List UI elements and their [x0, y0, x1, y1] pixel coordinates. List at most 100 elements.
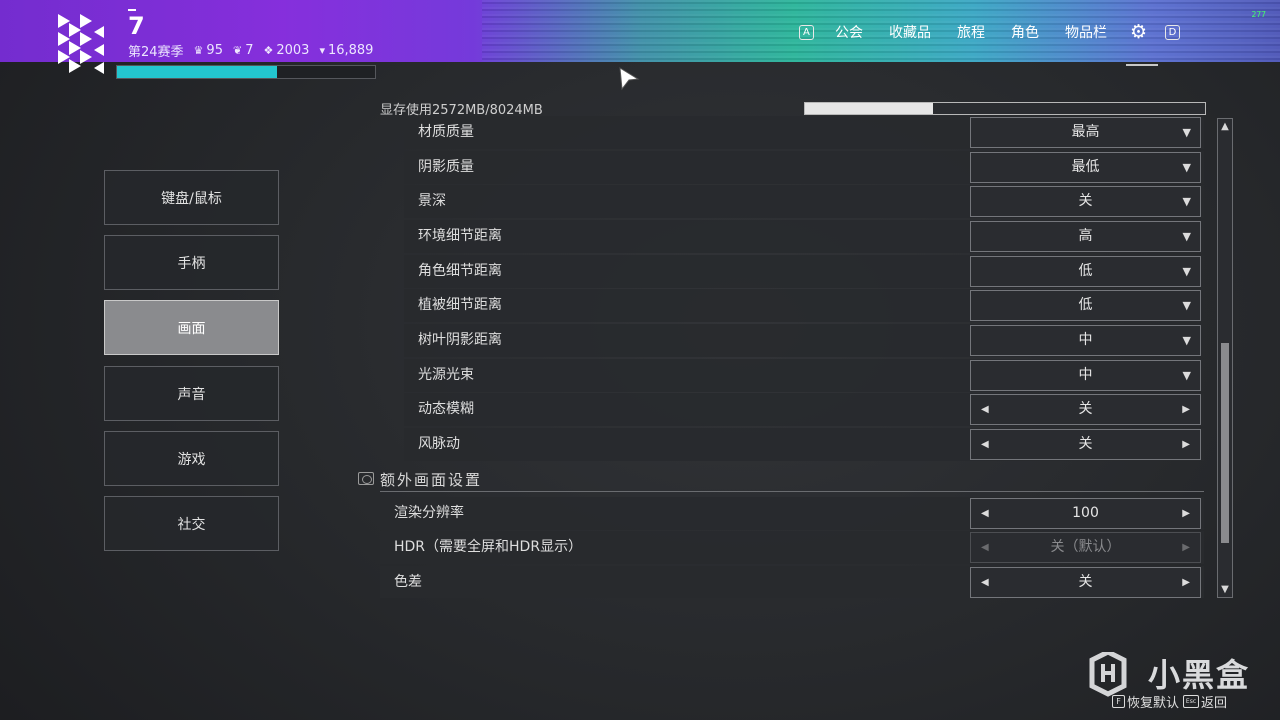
setting-label: 材质质量	[418, 124, 474, 140]
season-xp-fill	[117, 66, 277, 78]
nav-key-right[interactable]: D	[1165, 24, 1180, 40]
stepper-value: 100	[1072, 505, 1099, 521]
season-label: 第24赛季	[128, 45, 184, 60]
setting-label: 角色细节距离	[418, 263, 502, 279]
dropdown-value: 中	[1078, 332, 1093, 348]
setting-row-texture-quality: 材质质量 最高 ▼	[404, 116, 1204, 149]
stepper-value: 关	[1078, 436, 1093, 452]
menu-gameplay[interactable]: 游戏	[104, 431, 279, 486]
nav-tab-clan[interactable]: 公会	[835, 22, 863, 42]
watermark-text: 小黑盒	[1148, 656, 1251, 694]
setting-row-foliage-detail: 植被细节距离 低 ▼	[404, 289, 1204, 322]
chevron-right-icon[interactable]: ▶	[1182, 430, 1190, 459]
setting-label: 阴影质量	[418, 159, 474, 175]
stepper-value: 关	[1078, 401, 1093, 417]
render-resolution-stepper[interactable]: ◀ 100 ▶	[970, 498, 1201, 529]
chevron-down-icon: ▼	[1182, 126, 1191, 139]
setting-row-character-detail: 角色细节距离 低 ▼	[404, 255, 1204, 288]
stepper-value: 关	[1078, 574, 1093, 590]
chevron-right-icon[interactable]: ▶	[1182, 395, 1190, 424]
settings-scrollbar[interactable]: ▲ ▼	[1217, 118, 1233, 598]
gear-icon[interactable]: ⚙	[1130, 22, 1147, 42]
section-divider	[380, 491, 1204, 492]
chevron-right-icon[interactable]: ▶	[1182, 568, 1190, 597]
texture-quality-dropdown[interactable]: 最高 ▼	[970, 117, 1201, 148]
chevron-down-icon: ▼	[1182, 334, 1191, 347]
stat-bright-dust-value: 16,889	[327, 43, 374, 58]
chevron-down-icon: ▼	[1182, 369, 1191, 382]
setting-row-motion-blur: 动态模糊 ◀ 关 ▶	[404, 393, 1204, 426]
menu-video[interactable]: 画面	[104, 300, 279, 355]
power-level-mark	[128, 9, 136, 11]
setting-row-render-resolution: 渲染分辨率 ◀ 100 ▶	[380, 497, 1204, 530]
dropdown-value: 中	[1078, 367, 1093, 383]
stat-rank-value: 7	[245, 43, 254, 58]
trophy-icon: ♛	[193, 44, 204, 57]
setting-label: 动态模糊	[418, 401, 474, 417]
mouse-cursor-icon	[619, 67, 640, 91]
chevron-down-icon: ▼	[1182, 230, 1191, 243]
bottom-actions: F 恢复默认 Esc 返回	[1112, 692, 1231, 711]
nav-tab-collections[interactable]: 收藏品	[889, 22, 931, 42]
nav-tab-journey[interactable]: 旅程	[957, 22, 985, 42]
key-esc: Esc	[1183, 695, 1200, 708]
vram-usage-bar	[804, 102, 1206, 115]
menu-social[interactable]: 社交	[104, 496, 279, 551]
motion-blur-stepper[interactable]: ◀ 关 ▶	[970, 394, 1201, 425]
setting-row-light-shafts: 光源光束 中 ▼	[404, 359, 1204, 392]
scroll-down-icon[interactable]: ▼	[1218, 584, 1232, 595]
stat-rank: ❦ 7	[233, 43, 254, 58]
chevron-down-icon: ▼	[1182, 299, 1191, 312]
shadow-quality-dropdown[interactable]: 最低 ▼	[970, 152, 1201, 183]
menu-controller[interactable]: 手柄	[104, 235, 279, 290]
fps-counter: 277	[1251, 10, 1266, 19]
settings-list: 材质质量 最高 ▼ 阴影质量 最低 ▼ 景深 关 ▼ 环境细节距离 高 ▼ 角色…	[380, 116, 1204, 598]
extra-video-settings-header: 额外画面设置	[356, 468, 1204, 492]
chevron-down-icon: ▼	[1182, 161, 1191, 174]
chevron-down-icon: ▼	[1182, 265, 1191, 278]
setting-label: HDR（需要全屏和HDR显示）	[394, 539, 583, 555]
nav-tab-character[interactable]: 角色	[1011, 22, 1039, 42]
stat-trophy: ♛ 95	[194, 43, 223, 58]
nav-tab-inventory[interactable]: 物品栏	[1065, 22, 1107, 42]
stat-glimmer-value: 2003	[276, 43, 310, 58]
chevron-down-icon: ▼	[1182, 195, 1191, 208]
foliage-shadow-dropdown[interactable]: 中 ▼	[970, 325, 1201, 356]
setting-label: 树叶阴影距离	[418, 332, 502, 348]
environment-detail-dropdown[interactable]: 高 ▼	[970, 221, 1201, 252]
dropdown-value: 最低	[1071, 159, 1100, 175]
setting-label: 光源光束	[418, 367, 474, 383]
stat-bright-dust: ▾ 16,889	[319, 43, 373, 58]
chromatic-aberration-stepper[interactable]: ◀ 关 ▶	[970, 567, 1201, 598]
character-detail-dropdown[interactable]: 低 ▼	[970, 256, 1201, 287]
chevron-right-icon[interactable]: ▶	[1182, 499, 1190, 528]
restore-defaults-button[interactable]: 恢复默认	[1127, 692, 1179, 711]
nav-active-indicator	[1126, 64, 1158, 66]
menu-sound[interactable]: 声音	[104, 366, 279, 421]
foliage-detail-dropdown[interactable]: 低 ▼	[970, 290, 1201, 321]
wind-impulse-stepper[interactable]: ◀ 关 ▶	[970, 429, 1201, 460]
nav-key-left[interactable]: A	[798, 24, 814, 40]
menu-keyboard-mouse[interactable]: 键盘/鼠标	[104, 170, 279, 225]
player-emblem-icon	[58, 14, 104, 74]
dropdown-value: 最高	[1071, 124, 1100, 140]
glimmer-icon: ❖	[263, 44, 274, 57]
stat-glimmer: ❖ 2003	[263, 43, 309, 58]
setting-label: 环境细节距离	[418, 228, 502, 244]
chevron-right-icon: ▶	[1182, 542, 1190, 553]
scroll-up-icon[interactable]: ▲	[1218, 121, 1232, 132]
setting-row-shadow-quality: 阴影质量 最低 ▼	[404, 151, 1204, 184]
hdr-stepper: ◀ 关（默认） ▶	[970, 532, 1201, 563]
setting-label: 植被细节距离	[418, 297, 502, 313]
setting-row-wind-impulse: 风脉动 ◀ 关 ▶	[404, 428, 1204, 461]
back-button[interactable]: 返回	[1201, 692, 1227, 711]
season-xp-bar	[116, 65, 376, 79]
bright-dust-icon: ▾	[319, 44, 325, 57]
setting-row-depth-of-field: 景深 关 ▼	[404, 185, 1204, 218]
scrollbar-thumb[interactable]	[1221, 343, 1229, 543]
depth-of-field-dropdown[interactable]: 关 ▼	[970, 186, 1201, 217]
power-level: 7	[128, 12, 145, 40]
setting-row-chromatic-aberration: 色差 ◀ 关 ▶	[380, 566, 1204, 598]
dropdown-value: 低	[1078, 297, 1093, 313]
light-shafts-dropdown[interactable]: 中 ▼	[970, 360, 1201, 391]
